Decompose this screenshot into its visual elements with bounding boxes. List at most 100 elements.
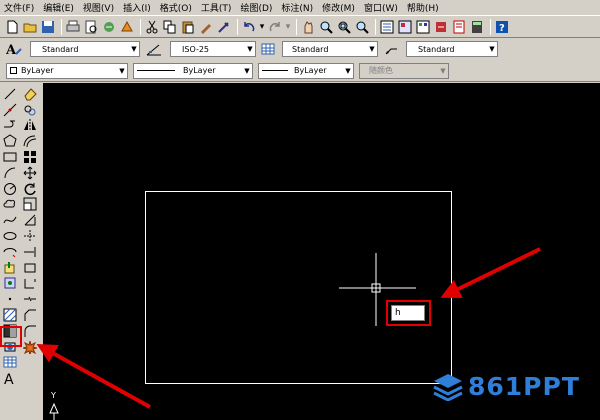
color-control-value: ByLayer [21, 66, 54, 75]
block-editor-icon[interactable] [216, 19, 232, 35]
join-icon[interactable] [22, 291, 38, 307]
properties-icon[interactable] [379, 19, 395, 35]
copy-icon[interactable] [22, 102, 38, 118]
quickcalc-icon[interactable] [469, 19, 485, 35]
help-icon[interactable]: ? [494, 19, 510, 35]
plot-style-dropdown: 随颜色 ▼ [359, 62, 449, 79]
open-file-icon[interactable] [22, 19, 38, 35]
tool-palettes-icon[interactable] [415, 19, 431, 35]
chevron-down-icon: ▼ [119, 66, 125, 75]
save-icon[interactable] [40, 19, 56, 35]
chevron-down-icon: ▼ [345, 66, 351, 75]
chamfer-icon[interactable] [22, 307, 38, 323]
paste-icon[interactable] [180, 19, 196, 35]
menu-view[interactable]: 视图(V) [83, 1, 114, 14]
svg-text:A: A [6, 43, 17, 56]
zoom-previous-icon[interactable] [354, 19, 370, 35]
dimension-style-value: ISO-25 [182, 44, 210, 54]
color-control-dropdown[interactable]: ByLayer ▼ [6, 62, 128, 79]
dimension-style-icon[interactable] [146, 41, 162, 57]
print-preview-icon[interactable] [83, 19, 99, 35]
table-style-icon[interactable] [260, 41, 276, 57]
offset-icon[interactable] [22, 133, 38, 149]
trim-icon[interactable] [22, 228, 38, 244]
print-icon[interactable] [65, 19, 81, 35]
menu-modify[interactable]: 修改(M) [322, 1, 355, 14]
revision-cloud-icon[interactable] [2, 197, 18, 213]
menu-tools[interactable]: 工具(T) [201, 1, 232, 14]
menu-dimension[interactable]: 标注(N) [281, 1, 313, 14]
point-icon[interactable] [2, 291, 18, 307]
menu-file[interactable]: 文件(F) [4, 1, 34, 14]
break-icon[interactable] [22, 276, 38, 292]
construction-line-icon[interactable] [2, 102, 18, 118]
sheet-set-icon[interactable] [433, 19, 449, 35]
hatch-icon[interactable] [2, 307, 18, 323]
publish-icon[interactable] [101, 19, 117, 35]
menu-edit[interactable]: 编辑(E) [43, 1, 74, 14]
table-style-value: Standard [292, 44, 329, 54]
markup-icon[interactable] [451, 19, 467, 35]
undo-dropdown-icon[interactable]: ▾ [259, 19, 265, 35]
undo-icon[interactable] [241, 19, 257, 35]
lineweight-sample [262, 70, 288, 71]
mirror-icon[interactable] [22, 118, 38, 134]
erase-icon[interactable] [22, 86, 38, 102]
toolbar-separator [61, 18, 62, 35]
text-style-dropdown[interactable]: Standard ▼ [30, 41, 140, 57]
redo-dropdown-icon[interactable]: ▾ [285, 19, 291, 35]
pan-icon[interactable] [300, 19, 316, 35]
ellipse-icon[interactable] [2, 228, 18, 244]
design-center-icon[interactable] [397, 19, 413, 35]
polygon-icon[interactable] [2, 133, 18, 149]
arc-icon[interactable] [2, 165, 18, 181]
break-at-point-icon[interactable] [22, 260, 38, 276]
make-block-icon[interactable] [2, 276, 18, 292]
array-icon[interactable] [22, 149, 38, 165]
menu-format[interactable]: 格式(O) [160, 1, 192, 14]
menu-draw[interactable]: 绘图(D) [240, 1, 272, 14]
ellipse-arc-icon[interactable] [2, 244, 18, 260]
lineweight-control-dropdown[interactable]: ByLayer ▼ [258, 62, 354, 79]
3d-dwf-icon[interactable] [119, 19, 135, 35]
menu-window[interactable]: 窗口(W) [364, 1, 398, 14]
text-style-icon[interactable]: A [6, 41, 22, 57]
stretch-icon[interactable] [22, 212, 38, 228]
toolbar-separator [296, 18, 297, 35]
hatch-highlight-box [0, 326, 22, 347]
table-style-dropdown[interactable]: Standard ▼ [282, 41, 378, 57]
zoom-window-icon[interactable] [336, 19, 352, 35]
spline-icon[interactable] [2, 212, 18, 228]
move-icon[interactable] [22, 165, 38, 181]
fillet-icon[interactable] [22, 323, 38, 339]
cut-icon[interactable] [144, 19, 160, 35]
circle-icon[interactable] [2, 181, 18, 197]
mtext-icon[interactable]: A [2, 370, 18, 386]
insert-block-icon[interactable] [2, 260, 18, 276]
explode-icon[interactable] [22, 339, 38, 355]
watermark-text: 861PPT [468, 372, 580, 401]
chevron-down-icon: ▼ [489, 45, 495, 53]
zoom-realtime-icon[interactable] [318, 19, 334, 35]
plot-style-value: 随颜色 [369, 66, 393, 75]
dimension-style-dropdown[interactable]: ISO-25 ▼ [170, 41, 256, 57]
menu-insert[interactable]: 插入(I) [123, 1, 151, 14]
scale-icon[interactable] [22, 197, 38, 213]
linetype-control-dropdown[interactable]: ByLayer ▼ [133, 62, 253, 79]
table-icon[interactable] [2, 355, 18, 371]
rotate-icon[interactable] [22, 181, 38, 197]
menu-bar: 文件(F) 编辑(E) 视图(V) 插入(I) 格式(O) 工具(T) 绘图(D… [0, 0, 600, 14]
rectangle-icon[interactable] [2, 149, 18, 165]
extend-icon[interactable] [22, 244, 38, 260]
polyline-icon[interactable] [2, 118, 18, 134]
copy-clip-icon[interactable] [162, 19, 178, 35]
multileader-style-dropdown[interactable]: Standard ▼ [406, 41, 498, 57]
svg-text:A: A [4, 372, 14, 385]
match-properties-icon[interactable] [198, 19, 214, 35]
redo-icon[interactable] [267, 19, 283, 35]
new-file-icon[interactable] [4, 19, 20, 35]
multileader-style-icon[interactable] [383, 41, 399, 57]
menu-help[interactable]: 帮助(H) [407, 1, 439, 14]
line-icon[interactable] [2, 86, 18, 102]
drawing-canvas[interactable]: h Y 861PPT [43, 83, 600, 420]
